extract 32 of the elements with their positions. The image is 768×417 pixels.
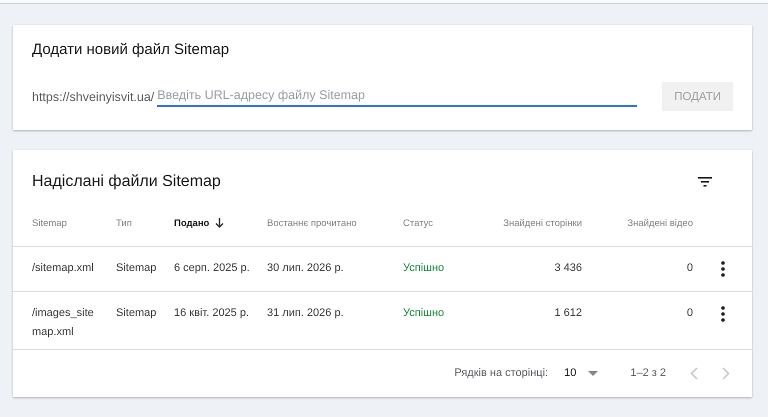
table-cell-text: Sitemap [116, 306, 158, 321]
page-range: 1–2 з 2 [630, 367, 666, 379]
sort-arrow-icon [215, 218, 224, 228]
table-cell-text: 16 квіт. 2025 р. [174, 306, 250, 321]
column-header[interactable]: Знайдені відео [582, 218, 693, 228]
column-header[interactable]: Тип [116, 218, 174, 228]
column-header[interactable]: Знайдені сторінки [483, 218, 582, 228]
table-cell-text: /images_site map.xml [32, 306, 95, 340]
table-cell-text: Успішно [403, 261, 446, 276]
table-cell-text: 3 436 [553, 261, 582, 276]
table-cell-text: 0 [686, 306, 693, 321]
rows-per-page-select[interactable]: 10 [564, 367, 598, 379]
dropdown-caret-icon [588, 370, 598, 376]
table-cell-text: 1 612 [553, 306, 582, 321]
url-prefix: https://shveinyisvit.ua/ [32, 90, 154, 104]
rows-per-page-label: Рядків на сторінці: [454, 367, 548, 379]
filter-icon[interactable] [698, 177, 712, 187]
card-title: Додати новий файл Sitemap [32, 40, 230, 60]
column-header[interactable]: Подано [174, 218, 267, 228]
table-cell-text: Sitemap [116, 261, 158, 276]
column-header[interactable]: Статус [403, 218, 483, 228]
card-title: Надіслані файли Sitemap [32, 172, 221, 192]
table-cell-text: Успішно [403, 306, 446, 321]
column-header[interactable]: Востаннє прочитано [267, 218, 403, 228]
table-cell-text: /sitemap.xml [32, 261, 95, 276]
more-icon[interactable] [721, 306, 725, 322]
table-cell-text: 0 [686, 261, 693, 276]
table-cell-text: 6 серп. 2025 р. [174, 261, 251, 276]
table-cell-text: 31 лип. 2026 р. [267, 306, 345, 321]
table-cell-text: 30 лип. 2026 р. [267, 261, 345, 276]
more-icon[interactable] [721, 261, 725, 277]
column-header[interactable]: Sitemap [32, 218, 116, 228]
